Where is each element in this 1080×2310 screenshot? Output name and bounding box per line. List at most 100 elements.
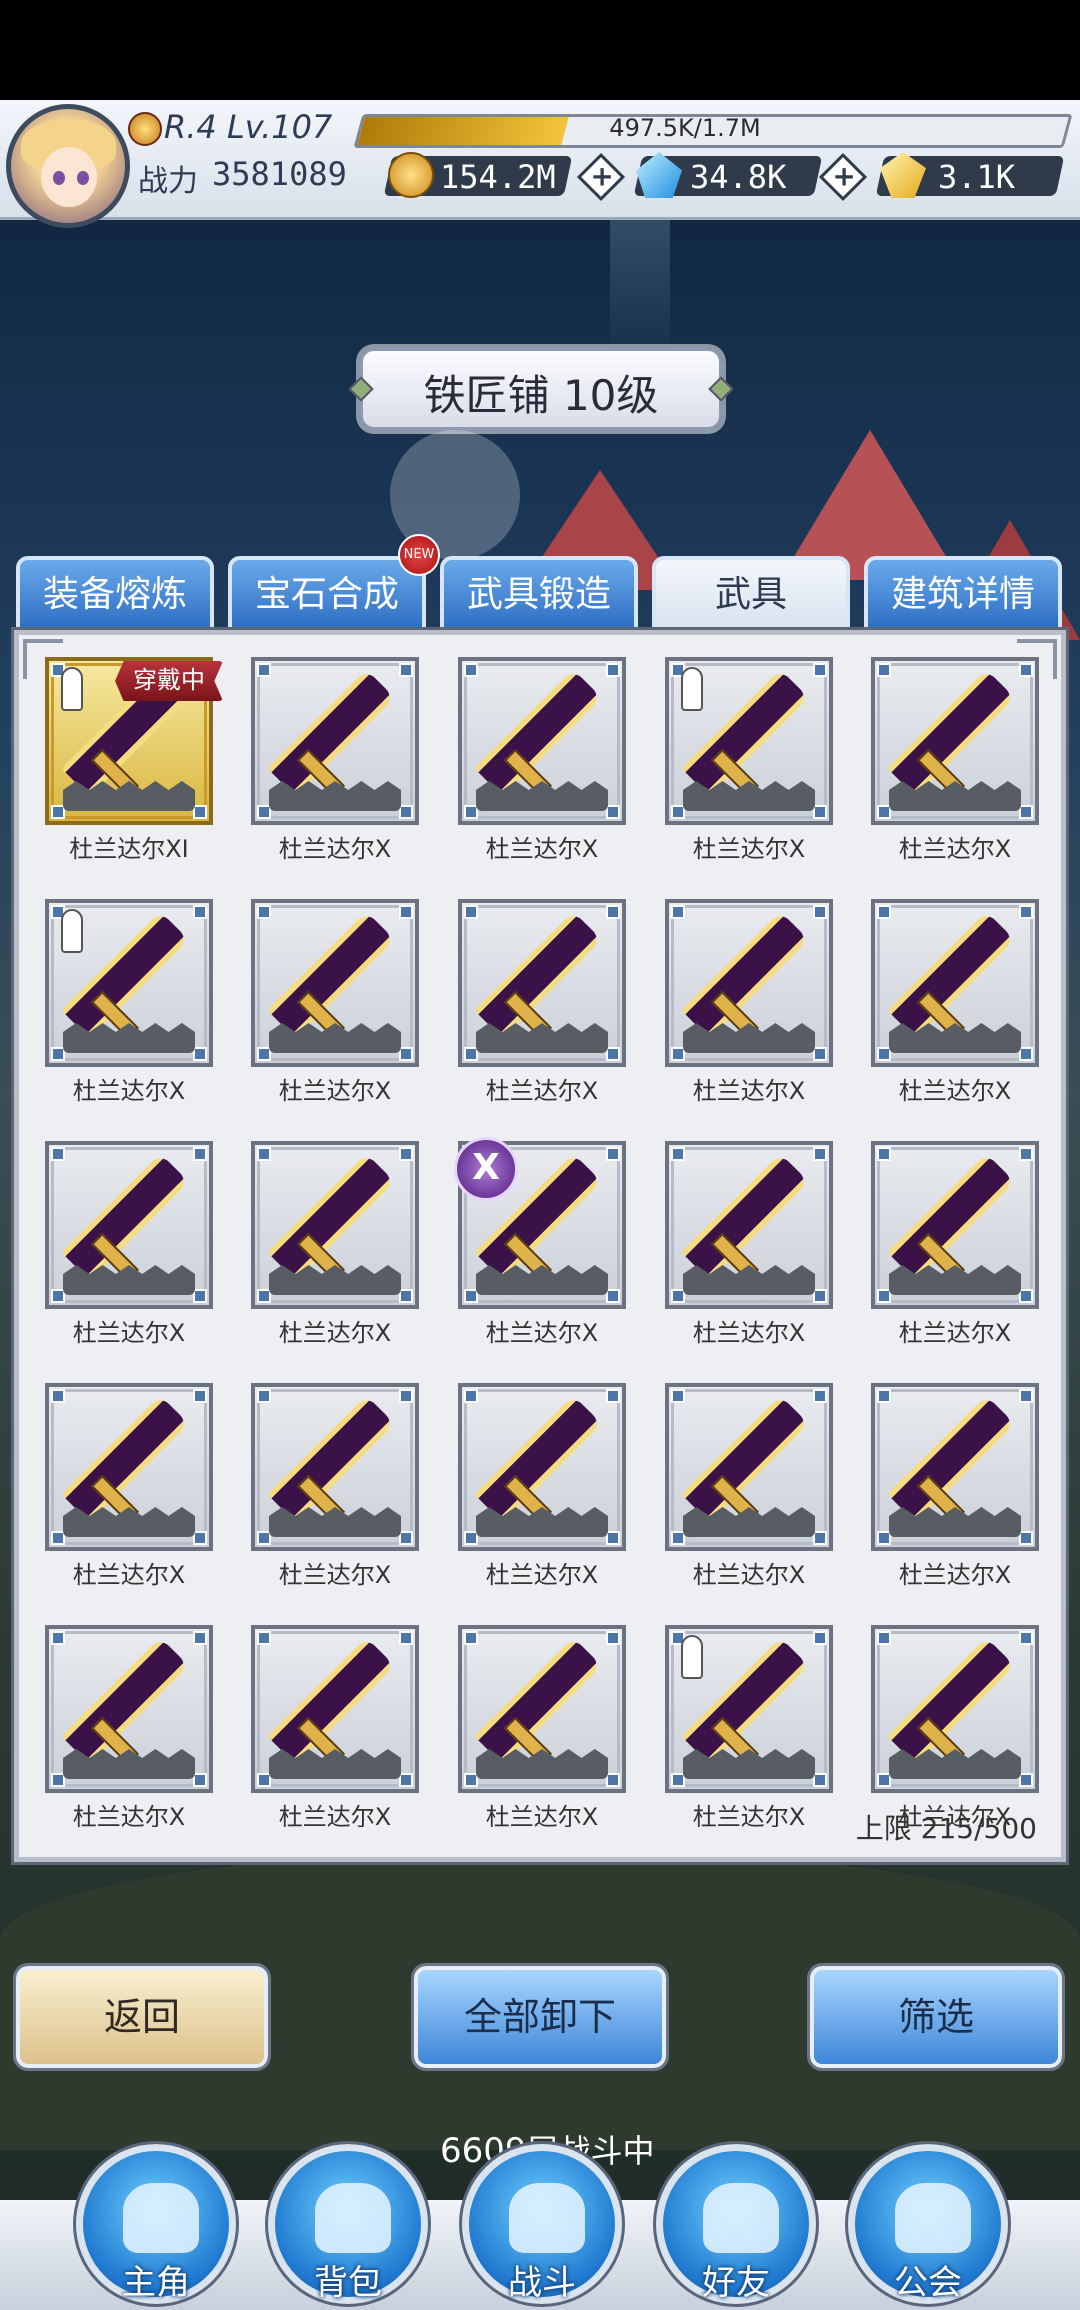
weapon-grid[interactable]: 穿戴中 杜兰达尔XI 杜兰达尔X 杜兰达尔X 杜兰达尔X 杜兰达尔X 杜兰达尔X 杜兰达尔X 杜… <box>45 657 1045 1827</box>
card-corner-ornament <box>193 1147 207 1161</box>
weapon-card[interactable] <box>251 1383 419 1551</box>
card-corner-ornament <box>464 1631 478 1645</box>
weapon-card[interactable] <box>458 899 626 1067</box>
weapon-item[interactable]: 杜兰达尔X <box>458 1383 626 1603</box>
weapon-card[interactable] <box>251 899 419 1067</box>
card-corner-ornament <box>877 1389 891 1403</box>
nav-guild[interactable]: 公会 <box>845 2141 1011 2307</box>
weapon-card[interactable] <box>871 899 1039 1067</box>
star-rating-empty <box>476 781 608 811</box>
weapon-item[interactable]: 杜兰达尔X <box>251 1625 419 1827</box>
card-corner-ornament <box>606 805 620 819</box>
weapon-name: 杜兰达尔X <box>72 1561 186 1589</box>
weapon-item[interactable]: 杜兰达尔X <box>665 1141 833 1361</box>
nav-backpack-label: 背包 <box>314 2263 382 2303</box>
tab-weapons[interactable]: 武具 <box>652 556 850 636</box>
weapon-card[interactable] <box>251 1141 419 1309</box>
weapon-item[interactable]: 杜兰达尔X <box>871 1141 1039 1361</box>
weapon-item[interactable]: 杜兰达尔X <box>251 1141 419 1361</box>
tab-gem-synthesis[interactable]: 宝石合成 <box>228 556 426 636</box>
tab-building-details[interactable]: 建筑详情 <box>864 556 1062 636</box>
weapon-item[interactable]: 杜兰达尔X <box>45 899 213 1119</box>
weapon-item[interactable]: 杜兰达尔X <box>251 657 419 877</box>
back-button[interactable]: 返回 <box>13 1963 271 2071</box>
star-rating-empty <box>269 1507 401 1537</box>
tab-weapon-forging[interactable]: 武具锻造 <box>440 556 638 636</box>
unequip-all-button[interactable]: 全部卸下 <box>411 1963 669 2071</box>
weapon-card[interactable]: 穿戴中 <box>45 657 223 825</box>
xp-text: 497.5K/1.7M <box>609 114 761 142</box>
tab-equipment-smelting[interactable]: 装备熔炼 <box>16 556 214 636</box>
weapon-item[interactable]: 杜兰达尔X <box>458 1625 626 1827</box>
weapon-item[interactable]: 杜兰达尔X <box>458 899 626 1119</box>
weapon-item[interactable]: 杜兰达尔X <box>251 1383 419 1603</box>
weapon-card[interactable] <box>665 899 833 1067</box>
nav-backpack[interactable]: 背包 <box>265 2141 431 2307</box>
weapon-item[interactable]: 杜兰达尔X <box>45 1141 213 1361</box>
card-corner-ornament <box>813 1147 827 1161</box>
weapon-item[interactable]: 杜兰达尔X <box>251 899 419 1119</box>
card-corner-ornament <box>399 1147 413 1161</box>
weapon-card[interactable] <box>458 657 626 825</box>
weapon-card[interactable] <box>45 1141 213 1309</box>
weapon-item[interactable]: 杜兰达尔X <box>871 1625 1039 1827</box>
weapon-card[interactable] <box>871 1141 1039 1309</box>
weapon-item[interactable]: 杜兰达尔X <box>665 1383 833 1603</box>
weapon-item[interactable]: 杜兰达尔X <box>665 899 833 1119</box>
nav-hero[interactable]: 主角 <box>73 2141 239 2307</box>
card-corner-ornament <box>1019 905 1033 919</box>
weapon-item[interactable]: X 杜兰达尔X <box>454 1137 626 1361</box>
weapon-name: 杜兰达尔X <box>692 1803 806 1827</box>
card-corner-ornament <box>257 1147 271 1161</box>
weapon-item[interactable]: 穿戴中 杜兰达尔XI <box>45 657 223 877</box>
card-corner-ornament <box>257 1389 271 1403</box>
handshake-icon <box>703 2183 779 2253</box>
star-rating-empty <box>269 781 401 811</box>
weapon-card[interactable] <box>251 657 419 825</box>
filter-button[interactable]: 筛选 <box>807 1963 1065 2071</box>
weapon-card[interactable] <box>665 1141 833 1309</box>
weapon-item[interactable]: 杜兰达尔X <box>458 657 626 877</box>
star-rating-empty <box>889 1749 1021 1779</box>
weapon-item[interactable]: 杜兰达尔X <box>665 1625 833 1827</box>
card-corner-ornament <box>606 1773 620 1787</box>
weapon-item[interactable]: 杜兰达尔X <box>665 657 833 877</box>
weapon-card[interactable] <box>665 1383 833 1551</box>
weapon-card[interactable] <box>45 1625 213 1793</box>
card-corner-ornament <box>399 1047 413 1061</box>
card-corner-ornament <box>1019 1289 1033 1303</box>
card-corner-ornament <box>51 1389 65 1403</box>
weapon-card[interactable] <box>665 1625 833 1793</box>
card-corner-ornament <box>671 1773 685 1787</box>
weapon-card[interactable] <box>458 1383 626 1551</box>
weapon-card[interactable] <box>871 1625 1039 1793</box>
nav-battle[interactable]: 战斗 <box>459 2141 625 2307</box>
nav-friends[interactable]: 好友 <box>653 2141 819 2307</box>
new-badge: NEW <box>398 534 440 576</box>
weapon-name: 杜兰达尔X <box>692 1561 806 1589</box>
weapon-name: 杜兰达尔X <box>485 835 599 863</box>
weapon-item[interactable]: 杜兰达尔X <box>871 657 1039 877</box>
weapon-inventory-panel: 穿戴中 杜兰达尔XI 杜兰达尔X 杜兰达尔X 杜兰达尔X 杜兰达尔X 杜兰达尔X 杜兰达尔X 杜… <box>11 627 1069 1865</box>
weapon-card[interactable] <box>45 1383 213 1551</box>
nav-battle-label: 战斗 <box>508 2263 576 2303</box>
power-value: 3581089 <box>212 155 347 193</box>
lock-icon <box>681 667 703 711</box>
card-corner-ornament <box>399 1289 413 1303</box>
card-corner-ornament <box>193 1631 207 1645</box>
weapon-card[interactable] <box>251 1625 419 1793</box>
weapon-item[interactable]: 杜兰达尔X <box>45 1383 213 1603</box>
weapon-card[interactable] <box>871 1383 1039 1551</box>
weapon-item[interactable]: 杜兰达尔X <box>45 1625 213 1827</box>
player-avatar[interactable] <box>6 104 130 228</box>
card-corner-ornament <box>671 1047 685 1061</box>
weapon-card[interactable] <box>871 657 1039 825</box>
weapon-card[interactable] <box>458 1625 626 1793</box>
weapon-card[interactable] <box>665 657 833 825</box>
weapon-item[interactable]: 杜兰达尔X <box>871 1383 1039 1603</box>
card-corner-ornament <box>464 1047 478 1061</box>
card-corner-ornament <box>813 1773 827 1787</box>
weapon-item[interactable]: 杜兰达尔X <box>871 899 1039 1119</box>
weapon-card[interactable] <box>45 899 213 1067</box>
player-rank-level: R.4 Lv.107 <box>164 108 333 146</box>
